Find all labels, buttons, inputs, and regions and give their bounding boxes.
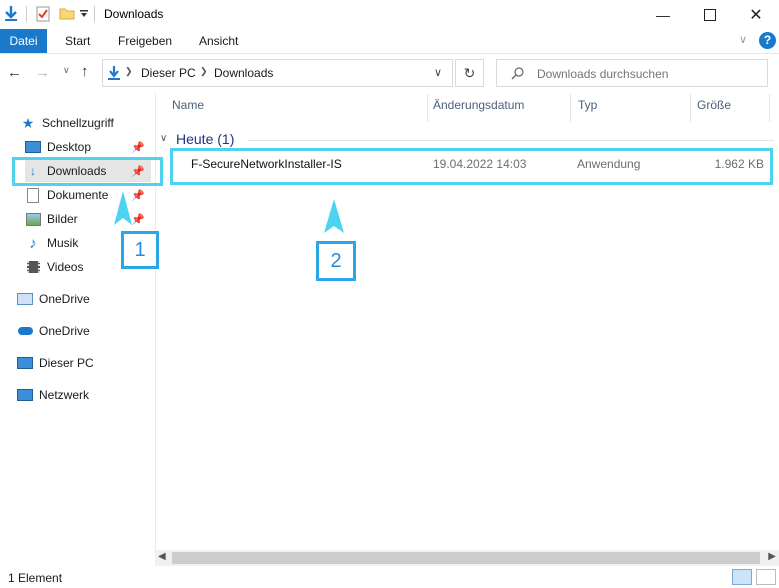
- column-separator[interactable]: [427, 94, 428, 122]
- ribbon-tabs: Datei Start Freigeben Ansicht ∨ ?: [0, 29, 779, 54]
- minimize-icon: —: [656, 6, 670, 23]
- annotation-badge-1: 1: [121, 231, 159, 269]
- nav-label: OneDrive: [39, 292, 90, 306]
- nav-onedrive-business[interactable]: OneDrive: [17, 288, 90, 310]
- properties-icon[interactable]: [36, 6, 50, 22]
- window-title: Downloads: [104, 7, 164, 21]
- new-folder-icon[interactable]: [59, 6, 75, 20]
- address-bar[interactable]: ❯ Dieser PC ❯ Downloads ∨: [102, 59, 453, 87]
- nav-desktop[interactable]: Desktop 📌: [25, 136, 151, 158]
- breadcrumb-downloads[interactable]: Downloads: [214, 66, 273, 80]
- close-button[interactable]: ✕: [733, 0, 779, 29]
- back-arrow-icon[interactable]: ←: [7, 64, 22, 81]
- onedrive-business-icon: [17, 291, 33, 307]
- pictures-icon: [25, 211, 41, 227]
- annotation-arrow-1: [114, 191, 132, 225]
- nav-videos[interactable]: Videos: [25, 256, 83, 278]
- nav-label: Dieser PC: [39, 356, 94, 370]
- column-header-name[interactable]: Name: [172, 98, 204, 118]
- column-header-type[interactable]: Typ: [578, 98, 597, 118]
- scrollbar-thumb[interactable]: [172, 552, 760, 564]
- address-dropdown-chevron-icon[interactable]: ∨: [434, 66, 442, 79]
- nav-onedrive[interactable]: OneDrive: [17, 320, 90, 342]
- maximize-icon: [704, 8, 716, 21]
- tab-start[interactable]: Start: [65, 29, 90, 53]
- nav-label: Schnellzugriff: [42, 116, 114, 130]
- search-input[interactable]: [535, 64, 763, 84]
- group-collapse-chevron-icon[interactable]: ∨: [160, 133, 167, 144]
- search-icon: [511, 67, 524, 80]
- nav-musik[interactable]: ♪ Musik: [25, 232, 78, 254]
- onedrive-icon: [17, 323, 33, 339]
- close-icon: ✕: [749, 6, 763, 24]
- pin-icon[interactable]: 📌: [131, 141, 145, 154]
- breadcrumb-separator-icon: ❯: [125, 66, 133, 76]
- breadcrumb-dieser-pc[interactable]: Dieser PC: [141, 66, 196, 80]
- nav-label: Dokumente: [47, 188, 109, 202]
- nav-label: OneDrive: [39, 324, 90, 338]
- divider: [26, 6, 27, 22]
- scroll-right-arrow-icon[interactable]: ▶: [768, 551, 776, 562]
- column-header-size[interactable]: Größe: [697, 98, 731, 118]
- pin-icon[interactable]: 📌: [131, 189, 145, 202]
- nav-label: Musik: [47, 236, 79, 250]
- star-icon: ★: [21, 114, 35, 131]
- status-bar: 1 Element: [0, 566, 779, 588]
- column-separator[interactable]: [570, 94, 571, 122]
- network-icon: [17, 387, 33, 403]
- nav-netzwerk[interactable]: Netzwerk: [17, 384, 89, 406]
- item-count: 1 Element: [8, 571, 63, 585]
- navigation-bar: ← → ∨ ↑ ❯ Dieser PC ❯ Downloads ∨ ↻: [0, 54, 779, 92]
- up-arrow-icon[interactable]: ↑: [81, 63, 89, 80]
- document-icon: [25, 187, 41, 203]
- nav-label: Videos: [47, 260, 84, 274]
- column-separator[interactable]: [769, 94, 770, 122]
- refresh-button[interactable]: ↻: [455, 59, 484, 87]
- video-icon: [25, 259, 41, 275]
- this-pc-icon: [17, 355, 33, 371]
- downloads-location-icon: [108, 66, 120, 80]
- minimize-button[interactable]: —: [640, 0, 686, 29]
- desktop-icon: [25, 139, 41, 155]
- nav-label: Netzwerk: [39, 388, 90, 402]
- search-box[interactable]: [496, 59, 768, 87]
- annotation-badge-2: 2: [316, 241, 356, 281]
- breadcrumb-separator-icon: ❯: [200, 66, 208, 76]
- annotation-highlight-1: [12, 157, 163, 186]
- ribbon-expand-chevron-icon[interactable]: ∨: [739, 33, 747, 46]
- downloads-arrow-icon: [5, 6, 17, 21]
- group-header-heute[interactable]: Heute (1): [176, 131, 234, 147]
- annotation-arrow-2: [324, 199, 344, 233]
- nav-dieser-pc[interactable]: Dieser PC: [17, 352, 94, 374]
- tab-datei[interactable]: Datei: [0, 29, 47, 53]
- nav-schnellzugriff[interactable]: ★ Schnellzugriff: [20, 112, 114, 134]
- column-separator[interactable]: [690, 94, 691, 122]
- music-icon: ♪: [29, 234, 37, 252]
- pin-icon[interactable]: 📌: [131, 213, 145, 226]
- forward-arrow-icon[interactable]: →: [35, 64, 50, 81]
- details-view-icon[interactable]: [732, 569, 752, 585]
- large-icons-view-icon[interactable]: [756, 569, 776, 585]
- scroll-left-arrow-icon[interactable]: ◀: [158, 551, 166, 562]
- tab-freigeben[interactable]: Freigeben: [118, 29, 172, 53]
- recent-locations-chevron-icon[interactable]: ∨: [63, 65, 70, 76]
- annotation-highlight-2: [170, 148, 773, 185]
- divider: [94, 6, 95, 22]
- help-icon[interactable]: ?: [759, 32, 776, 49]
- group-divider: [248, 140, 774, 141]
- refresh-icon: ↻: [463, 64, 476, 81]
- nav-label: Bilder: [47, 212, 78, 226]
- maximize-button[interactable]: [687, 0, 733, 29]
- tab-ansicht[interactable]: Ansicht: [199, 29, 238, 53]
- nav-label: Desktop: [47, 140, 92, 154]
- quick-access-toolbar-dropdown-icon[interactable]: [80, 10, 89, 18]
- title-bar: Downloads — ✕: [0, 0, 779, 29]
- column-header-date[interactable]: Änderungsdatum: [433, 98, 524, 118]
